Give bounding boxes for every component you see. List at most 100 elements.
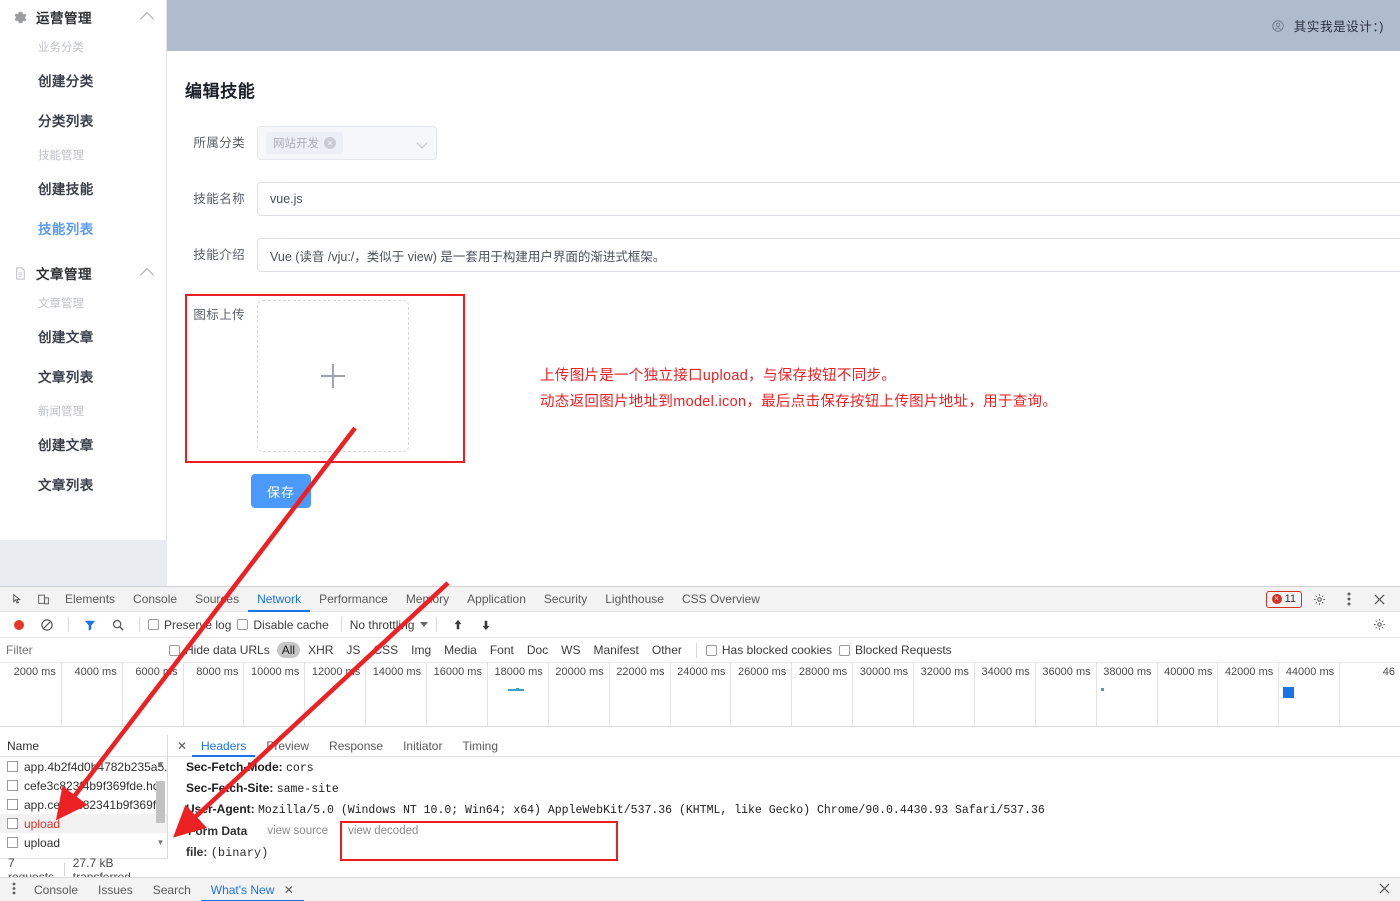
disable-cache-checkbox[interactable]: Disable cache xyxy=(237,618,329,632)
checkbox-icon[interactable] xyxy=(7,818,18,829)
export-har-icon[interactable] xyxy=(473,613,499,637)
filter-type-js[interactable]: JS xyxy=(341,642,365,658)
filter-type-all[interactable]: All xyxy=(276,642,301,658)
sidebar-item-skill-list[interactable]: 技能列表 xyxy=(0,210,166,250)
devtools-tab-lighthouse[interactable]: Lighthouse xyxy=(596,587,673,612)
drawer-tab-issues[interactable]: Issues xyxy=(88,878,143,901)
blocked-requests-checkbox[interactable]: Blocked Requests xyxy=(838,643,952,657)
filter-type-ws[interactable]: WS xyxy=(556,642,585,658)
sidebar-item-create-skill[interactable]: 创建技能 xyxy=(0,170,166,210)
request-row[interactable]: upload xyxy=(0,814,167,833)
icon-upload-dropzone[interactable] xyxy=(257,300,409,452)
devtools-tab-css-overview[interactable]: CSS Overview xyxy=(673,587,769,612)
timeline-gridline xyxy=(669,663,671,726)
close-icon[interactable]: × xyxy=(324,137,336,149)
network-settings-gear-icon[interactable] xyxy=(1366,613,1392,637)
has-blocked-cookies-checkbox[interactable]: Has blocked cookies xyxy=(705,643,832,657)
drawer-more-options-icon[interactable] xyxy=(4,882,24,898)
view-decoded-link[interactable]: view decoded xyxy=(348,825,418,837)
devtools-tab-memory[interactable]: Memory xyxy=(397,587,458,612)
filter-type-img[interactable]: Img xyxy=(406,642,436,658)
settings-gear-icon[interactable] xyxy=(1306,587,1332,611)
detail-tab-timing[interactable]: Timing xyxy=(453,735,507,757)
detail-tab-preview[interactable]: Preview xyxy=(257,735,318,757)
toolbar-divider xyxy=(139,617,140,632)
search-icon[interactable] xyxy=(105,613,131,637)
close-detail-icon[interactable]: ✕ xyxy=(174,739,190,753)
sidebar-group-articles[interactable]: 文章管理 xyxy=(0,256,166,290)
sidebar-item-create-article[interactable]: 创建文章 xyxy=(0,318,166,358)
sidebar-item-create-category[interactable]: 创建分类 xyxy=(0,62,166,102)
category-tag-label: 网站开发 xyxy=(273,138,319,150)
request-row[interactable]: app.cefe3c82341b9f369fd. xyxy=(0,795,167,814)
drawer-tab-search[interactable]: Search xyxy=(143,878,201,901)
timeline-tick-label: 20000 ms xyxy=(555,666,604,678)
filter-funnel-icon[interactable] xyxy=(77,613,103,637)
devtools-tab-security[interactable]: Security xyxy=(535,587,596,612)
filter-type-font[interactable]: Font xyxy=(485,642,519,658)
devtools-tab-performance[interactable]: Performance xyxy=(310,587,397,612)
timeline-gridline xyxy=(486,663,488,726)
hide-data-urls-checkbox[interactable]: Hide data URLs xyxy=(169,643,270,657)
devtools-tab-network[interactable]: Network xyxy=(248,587,310,612)
skill-description-input[interactable] xyxy=(257,238,1400,272)
devtools-tab-application[interactable]: Application xyxy=(458,587,535,612)
detail-tab-headers[interactable]: Headers xyxy=(192,735,255,757)
sidebar-item-create-news-article[interactable]: 创建文章 xyxy=(0,426,166,466)
preserve-log-checkbox[interactable]: Preserve log xyxy=(148,618,231,632)
scrollbar-thumb[interactable] xyxy=(156,781,165,823)
devtools-tab-console[interactable]: Console xyxy=(124,587,186,612)
timeline-tick-label: 28000 ms xyxy=(798,666,848,678)
detail-tab-response[interactable]: Response xyxy=(320,735,392,757)
sidebar-item-category-list[interactable]: 分类列表 xyxy=(0,102,166,142)
close-icon[interactable]: ✕ xyxy=(284,883,294,897)
more-options-icon[interactable] xyxy=(1336,587,1362,611)
close-devtools-icon[interactable] xyxy=(1366,587,1392,611)
request-row[interactable]: app.4b2f4d0b4782b235a5. xyxy=(0,757,167,776)
skill-name-input[interactable] xyxy=(257,182,1400,216)
request-list-scrollbar[interactable]: ▲ ▼ xyxy=(156,759,165,847)
error-count-label: 11 xyxy=(1284,593,1296,605)
devtools-tab-sources[interactable]: Sources xyxy=(186,587,248,612)
user-avatar-icon[interactable] xyxy=(1271,19,1285,33)
filter-input[interactable] xyxy=(6,641,166,659)
filter-type-css[interactable]: CSS xyxy=(368,642,403,658)
error-icon: × xyxy=(1271,594,1282,604)
devtools-tab-elements[interactable]: Elements xyxy=(56,587,124,612)
sidebar-item-news-article-list[interactable]: 文章列表 xyxy=(0,466,166,506)
error-count-badge[interactable]: × 11 xyxy=(1265,590,1302,608)
sidebar-item-article-list[interactable]: 文章列表 xyxy=(0,358,166,398)
request-detail-panel: ✕ Headers Preview Response Initiator Tim… xyxy=(168,735,1400,880)
checkbox-icon[interactable] xyxy=(7,837,18,848)
request-name-label: upload xyxy=(24,835,61,850)
category-select[interactable]: 网站开发 × xyxy=(257,126,437,160)
checkbox-icon[interactable] xyxy=(7,761,18,772)
filter-type-other[interactable]: Other xyxy=(647,642,687,658)
filter-type-xhr[interactable]: XHR xyxy=(303,642,338,658)
drawer-tab-label: What's New xyxy=(210,882,275,897)
throttling-dropdown[interactable]: No throttling xyxy=(350,618,429,632)
clear-network-log-icon[interactable] xyxy=(34,613,60,637)
view-source-link[interactable]: view source xyxy=(267,825,328,837)
checkbox-icon[interactable] xyxy=(7,799,18,810)
request-row[interactable]: cefe3c823f4b9f369fde.hot xyxy=(0,776,167,795)
drawer-tab-whats-new[interactable]: What's New ✕ xyxy=(201,878,304,901)
detail-tab-initiator[interactable]: Initiator xyxy=(394,735,451,757)
filter-type-manifest[interactable]: Manifest xyxy=(589,642,644,658)
drawer-tab-console[interactable]: Console xyxy=(24,878,88,901)
inspect-element-icon[interactable] xyxy=(4,587,30,611)
drawer-close-icon[interactable] xyxy=(1379,882,1400,897)
scroll-up-icon[interactable]: ▲ xyxy=(156,759,165,768)
device-toolbar-icon[interactable] xyxy=(30,587,56,611)
scroll-down-icon[interactable]: ▼ xyxy=(156,838,165,847)
import-har-icon[interactable] xyxy=(445,613,471,637)
sidebar-group-operations[interactable]: 运营管理 xyxy=(0,0,166,34)
request-row[interactable]: upload xyxy=(0,833,167,852)
filter-type-doc[interactable]: Doc xyxy=(522,642,553,658)
filter-type-media[interactable]: Media xyxy=(439,642,482,658)
save-button[interactable]: 保存 xyxy=(251,474,311,508)
checkbox-icon[interactable] xyxy=(7,780,18,791)
form-data-section-header[interactable]: Form Data view source view decoded xyxy=(168,820,1400,840)
network-overview-timeline[interactable]: 2000 ms 4000 ms 6000 ms 8000 ms 10000 ms 1200… xyxy=(0,663,1400,727)
record-button-icon[interactable] xyxy=(6,613,32,637)
